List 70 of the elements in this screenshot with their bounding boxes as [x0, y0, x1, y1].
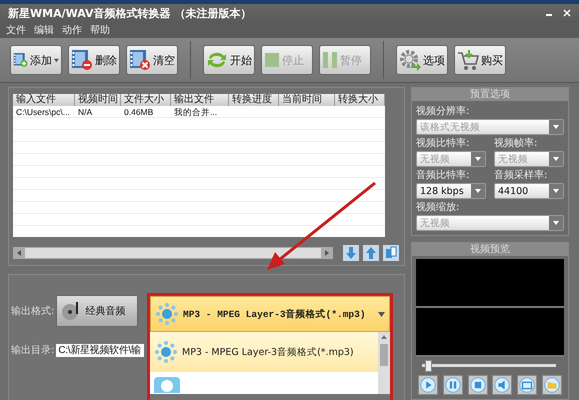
dropdown-option[interactable]: MP3 - MPEG Layer-3音频格式(*.mp3) [150, 332, 378, 372]
player-button[interactable] [542, 375, 562, 395]
table-cell-text: N/A [77, 106, 94, 118]
stop-icon [264, 52, 280, 68]
table-cell-text: 我的合并... [173, 106, 218, 118]
window-controls-icon[interactable] [545, 9, 571, 17]
toolbar-button[interactable]: 添加 [10, 45, 62, 75]
player-button[interactable] [492, 375, 512, 395]
window-title: 新星WMA/WAV音频格式转换器 （未注册版本） [8, 6, 252, 20]
toolbar-button[interactable]: 清空 [126, 45, 178, 75]
column-header[interactable]: 当前时间 [279, 94, 335, 106]
field-label: 输出目录: [11, 344, 54, 357]
stop-icon [468, 376, 487, 394]
column-header[interactable]: 转换大小 [335, 94, 385, 106]
film-x-icon [129, 49, 151, 71]
player-button[interactable] [442, 375, 463, 395]
arrows-cycle-icon [206, 50, 228, 70]
menu-item[interactable]: 文件 [6, 23, 26, 37]
menu-item[interactable]: 动作 [62, 23, 82, 37]
caret-icon [471, 152, 485, 166]
caret-icon [549, 152, 563, 166]
gear-icon [399, 49, 421, 71]
toolbar-button[interactable]: 选项 [396, 45, 448, 75]
slider-thumb[interactable] [424, 360, 432, 372]
bubble-icon [154, 340, 178, 364]
play-icon [419, 376, 437, 394]
category-dropdown[interactable]: 经典音频 [56, 295, 138, 327]
field-label: 视频缩放: [416, 200, 460, 214]
output-folder-field[interactable]: C:\新星视频软件\输 [56, 344, 144, 356]
field-label: 音频比特率: [416, 168, 470, 182]
field-label: 视频分辨率: [416, 104, 470, 118]
caret-icon [549, 184, 563, 198]
table-cell-text: 0.46MB [123, 106, 154, 118]
toolbar-button[interactable]: 开始 [203, 45, 255, 75]
pause-icon [322, 51, 338, 69]
column-header[interactable]: 视频时间 [75, 94, 121, 106]
menu-item[interactable]: 编辑 [34, 23, 54, 37]
copy-icon[interactable] [383, 245, 399, 261]
seek-slider[interactable] [422, 360, 556, 372]
select-field[interactable]: 44100 [494, 183, 564, 199]
bubble-icon [155, 302, 179, 326]
image-icon [518, 376, 536, 394]
select-field[interactable]: 128 kbps [416, 183, 486, 199]
pause-icon [444, 376, 462, 394]
player-button[interactable] [418, 375, 438, 395]
panel-title: 预置选项 [412, 88, 568, 101]
field-label: 视频比特率: [416, 136, 470, 150]
player-button[interactable] [517, 375, 538, 395]
toolbar-button[interactable]: 购买 [454, 45, 506, 75]
format-dropdown[interactable]: MP3 - MPEG Layer-3音频格式(*.mp3) [150, 296, 390, 332]
caret-icon [378, 312, 385, 316]
film-minus-icon [71, 49, 93, 71]
toolbar-button[interactable]: 删除 [68, 45, 120, 75]
arrow-down-icon[interactable] [343, 245, 359, 261]
field-label: 视频帧率: [494, 136, 538, 150]
vertical-scrollbar[interactable] [378, 332, 390, 394]
menu-item[interactable]: 帮助 [90, 23, 110, 37]
field-label: 音频采样率: [494, 168, 548, 182]
arrow-up-icon[interactable] [363, 245, 379, 261]
cart-icon [457, 49, 479, 71]
folder-icon [542, 376, 561, 394]
caret-icon [549, 120, 563, 134]
player-button[interactable] [468, 375, 488, 395]
caret-icon [549, 216, 563, 230]
panel-title: 视频预览 [412, 243, 568, 256]
caret-icon [471, 184, 485, 198]
horizontal-scrollbar[interactable] [13, 247, 333, 259]
table-cell-text: C:\Users\pc\... [15, 106, 71, 118]
field-label: 输出格式: [11, 304, 54, 318]
speaker-icon [493, 376, 512, 394]
